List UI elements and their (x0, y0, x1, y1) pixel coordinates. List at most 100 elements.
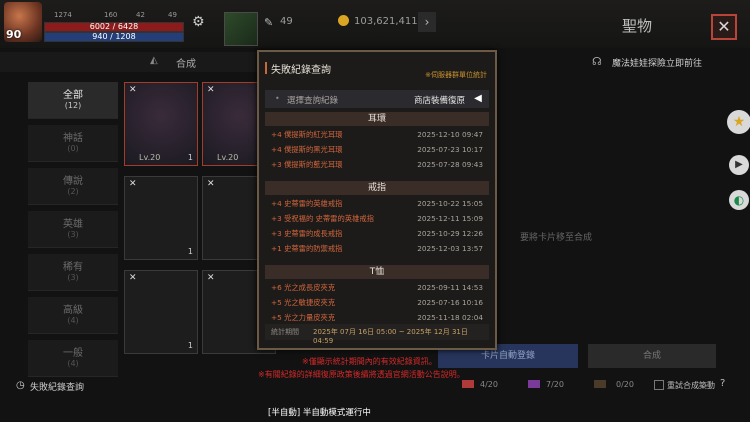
record-item-name: +5 光之敏捷皮夾克 (271, 298, 336, 307)
category-item[interactable]: 稀有 (3) (28, 254, 118, 291)
record-date: 2025-12-10 09:47 (417, 130, 483, 139)
swords-icon: ✕ (129, 179, 137, 189)
stat-b: 160 (104, 11, 118, 19)
record-date: 2025-07-23 10:17 (417, 145, 483, 154)
count-c: 0/20 (616, 380, 634, 389)
help-icon[interactable]: ? (720, 378, 725, 389)
stat-d: 49 (168, 11, 177, 19)
footer-label: 統計期間 (271, 328, 299, 336)
count-a: 4/20 (480, 380, 498, 389)
category-item[interactable]: 傳說 (2) (28, 168, 118, 205)
warning-line-2: ※有關紀錄的詳細復原政策後續將透過官網活動公告說明。 (258, 370, 465, 379)
retry-checkbox[interactable] (654, 380, 664, 390)
record-item-name: +4 僕提斯的黑光耳環 (271, 145, 343, 154)
count-c-swatch (594, 380, 606, 388)
record-item-name: +5 光之力量皮夾克 (271, 313, 336, 322)
select-value: 商店裝備復原 (413, 96, 465, 106)
bullet-icon: • (275, 94, 280, 103)
record-item-name: +1 史蒂雷的防禦戒指 (271, 244, 343, 253)
category-count: (4) (67, 316, 79, 325)
star-icon[interactable]: ★ (727, 110, 750, 134)
mp-text: 940 / 1208 (92, 32, 136, 41)
category-count: (3) (67, 230, 79, 239)
category-item[interactable]: 神話 (0) (28, 125, 118, 162)
record-select[interactable]: • 選擇查詢紀錄 商店裝備復原 ◀ (265, 90, 489, 108)
category-label: 全部 (63, 90, 83, 101)
play-icon[interactable]: ▶ (729, 155, 749, 175)
record-row: +3 受祝福的 史蒂雷的英雄戒指 2025-12-11 15:09 (271, 214, 483, 226)
category-label: 英雄 (63, 219, 83, 230)
record-row: +3 史蒂雷的成長戒指 2025-10-29 12:26 (271, 229, 483, 241)
record-row: +3 僕提斯的藍光耳環 2025-07-28 09:43 (271, 160, 483, 172)
feather-count: 49 (280, 16, 293, 27)
player-level: 90 (6, 28, 22, 41)
record-item-name: +6 光之成長皮夾克 (271, 283, 336, 292)
category-count: (3) (67, 273, 79, 282)
magic-doll-link[interactable]: 魔法娃娃探險立即前往 (612, 56, 702, 69)
relic-card[interactable]: ✕1 (124, 176, 198, 260)
footer-range: 2025年 07月 16日 05:00 ~ 2025年 12月 31日 04:5… (313, 328, 468, 345)
popup-title: 失敗紀錄查詢 (265, 61, 331, 76)
section-header: 耳環 (265, 112, 489, 126)
gold-coin-icon (338, 15, 349, 26)
status-text: [半自動] 半自動模式運行中 (268, 408, 371, 418)
swords-icon: ✕ (207, 85, 215, 95)
record-row: +6 光之成長皮夾克 2025-09-11 14:53 (271, 283, 483, 295)
tab-combine[interactable]: 合成 (176, 55, 196, 70)
select-label: 選擇查詢紀錄 (287, 96, 339, 106)
caret-left-icon[interactable]: ◀ (471, 92, 485, 106)
chevron-right-icon[interactable]: › (418, 12, 436, 32)
hp-bar: 6002 / 6428 (44, 22, 184, 32)
category-label: 神話 (63, 133, 83, 144)
empty-message: 要將卡片移至合成 (520, 233, 593, 243)
record-item-name: +3 史蒂雷的成長戒指 (271, 229, 343, 238)
popup-note: ※伺服器群單位統計 (425, 71, 487, 79)
swords-icon: ✕ (129, 273, 137, 283)
count-a-swatch (462, 380, 474, 388)
doll-icon: ☊ (592, 55, 602, 68)
category-label: 一般 (63, 348, 83, 359)
record-item-name: +3 僕提斯的藍光耳環 (271, 160, 343, 169)
record-date: 2025-12-03 13:57 (417, 244, 483, 253)
category-label: 稀有 (63, 262, 83, 273)
swords-icon: ✕ (129, 85, 137, 95)
category-count: (0) (67, 144, 79, 153)
record-date: 2025-11-18 02:04 (417, 313, 483, 322)
skill-slot[interactable] (224, 12, 258, 46)
category-item[interactable]: 高級 (4) (28, 297, 118, 334)
category-label: 傳說 (63, 176, 83, 187)
category-count: (4) (67, 359, 79, 368)
close-button[interactable]: ✕ (711, 14, 737, 40)
combine-button[interactable]: 合成 (588, 344, 716, 368)
record-item-name: +4 史蒂雷的英雄戒指 (271, 199, 343, 208)
swords-icon: ✕ (207, 179, 215, 189)
mp-bar: 940 / 1208 (44, 32, 184, 42)
section-header: T恤 (265, 265, 489, 279)
record-item-name: +3 受祝福的 史蒂雷的英雄戒指 (271, 214, 374, 223)
category-label: 高級 (63, 305, 83, 316)
relic-card[interactable]: ✕1 (124, 270, 198, 354)
category-item[interactable]: 英雄 (3) (28, 211, 118, 248)
category-item[interactable]: 全部 (12) (28, 82, 118, 119)
page-title: 聖物 (622, 17, 653, 35)
relic-card[interactable]: ✕ Lv.20 1 (124, 82, 198, 166)
stat-c: 42 (136, 11, 145, 19)
tab-row (0, 52, 260, 72)
record-item-name: +4 僕提斯的紅光耳環 (271, 130, 343, 139)
record-date: 2025-12-11 15:09 (417, 214, 483, 223)
stat-a: 1274 (54, 11, 72, 19)
feather-icon: ✎ (264, 16, 274, 29)
card-level: Lv.20 (217, 153, 239, 162)
fail-record-button[interactable]: 失敗紀錄查詢 (30, 380, 84, 393)
gear-icon[interactable]: ⚙ (192, 14, 210, 32)
record-row: +5 光之敏捷皮夾克 2025-07-16 10:16 (271, 298, 483, 310)
record-date: 2025-07-16 10:16 (417, 298, 483, 307)
card-quantity: 1 (187, 341, 193, 350)
record-date: 2025-07-28 09:43 (417, 160, 483, 169)
card-level: Lv.20 (139, 153, 161, 162)
hp-text: 6002 / 6428 (89, 22, 139, 31)
refresh-icon[interactable]: ◐ (729, 190, 749, 210)
card-quantity: 1 (187, 247, 193, 256)
category-item[interactable]: 一般 (4) (28, 340, 118, 377)
swords-icon: ✕ (207, 273, 215, 283)
